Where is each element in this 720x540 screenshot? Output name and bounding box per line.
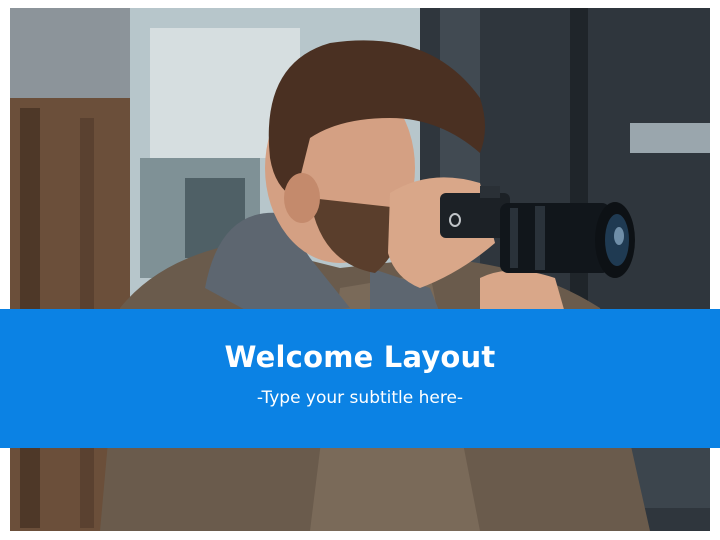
slide-title[interactable]: Welcome Layout (0, 339, 720, 375)
slide-canvas: Welcome Layout -Type your subtitle here- (0, 0, 720, 540)
title-band (0, 309, 720, 448)
photographer-photo (10, 8, 710, 531)
slide-subtitle[interactable]: -Type your subtitle here- (0, 387, 720, 409)
photographer-with-camera-photo-icon (10, 8, 710, 531)
